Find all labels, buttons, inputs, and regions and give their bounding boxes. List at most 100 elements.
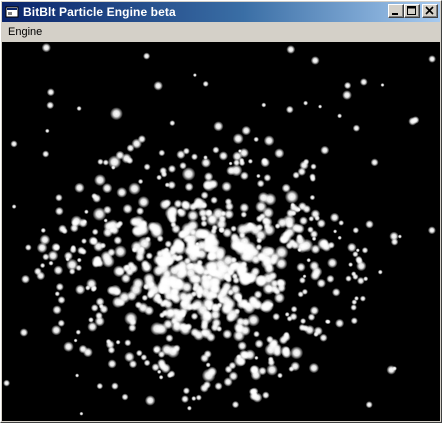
menu-engine[interactable]: Engine — [2, 24, 48, 41]
particle — [33, 267, 42, 276]
particle — [128, 182, 141, 195]
particle — [308, 362, 320, 374]
particle — [51, 242, 61, 252]
particle — [300, 318, 307, 325]
particle — [124, 339, 132, 347]
particle — [285, 241, 294, 250]
particle — [272, 312, 281, 321]
particle — [76, 257, 82, 263]
particle — [212, 146, 220, 154]
particle — [239, 202, 250, 213]
particle — [169, 120, 176, 127]
particle — [46, 88, 55, 97]
particle — [124, 351, 135, 363]
particle — [194, 198, 207, 211]
particle — [164, 182, 170, 188]
particle — [136, 207, 145, 216]
particle — [137, 178, 144, 185]
particle — [310, 244, 321, 255]
particle — [389, 231, 399, 241]
particle — [237, 149, 242, 153]
particle — [247, 313, 260, 327]
particle — [143, 52, 151, 60]
particle — [307, 226, 314, 234]
particle — [54, 206, 64, 216]
particle — [338, 220, 345, 226]
particle — [303, 158, 310, 165]
particle — [290, 361, 301, 372]
particle — [254, 339, 264, 349]
particle — [178, 230, 188, 239]
particle — [320, 239, 329, 247]
particle — [263, 173, 272, 182]
particle — [228, 161, 233, 166]
particle — [21, 274, 30, 284]
particle — [351, 299, 358, 305]
particle — [324, 319, 330, 325]
particle — [276, 217, 288, 229]
particle — [46, 101, 55, 110]
particle — [202, 80, 209, 87]
minimize-button[interactable] — [388, 4, 404, 18]
particle-canvas[interactable] — [2, 42, 440, 421]
particle — [115, 339, 121, 345]
particle — [290, 305, 298, 313]
particle — [116, 267, 125, 276]
particle — [427, 226, 436, 235]
particle — [310, 270, 321, 281]
title-bar[interactable]: BitBlt Particle Engine beta — [2, 2, 440, 22]
particle — [200, 353, 210, 363]
particle — [121, 393, 129, 401]
particle — [162, 319, 174, 330]
particle — [70, 244, 77, 251]
caption-buttons — [388, 4, 438, 18]
particle — [309, 194, 316, 201]
maximize-button[interactable] — [404, 4, 420, 18]
particle — [224, 198, 233, 206]
particle — [128, 318, 137, 327]
particle — [232, 133, 244, 145]
particle — [257, 251, 268, 263]
particle — [261, 157, 268, 165]
particle — [113, 236, 123, 245]
particle — [78, 218, 88, 228]
particle — [214, 250, 226, 262]
particle — [240, 211, 248, 218]
particle — [96, 382, 104, 390]
particle — [75, 284, 86, 295]
particle — [191, 153, 198, 161]
particle — [156, 369, 162, 375]
particle — [168, 370, 176, 378]
particle — [380, 83, 385, 87]
close-button[interactable] — [422, 4, 438, 18]
particle — [298, 323, 306, 332]
particle — [163, 291, 174, 302]
particle — [220, 303, 233, 316]
particle — [85, 285, 91, 291]
particle — [109, 107, 123, 121]
particle — [51, 325, 62, 336]
particle — [68, 268, 76, 275]
particle — [297, 291, 304, 298]
particle — [190, 312, 199, 321]
app-icon[interactable] — [5, 5, 19, 19]
menu-bar: Engine — [2, 23, 440, 42]
particle — [180, 199, 190, 209]
particle — [290, 222, 301, 234]
particle — [181, 395, 189, 404]
particle — [310, 163, 317, 170]
particle — [303, 100, 309, 106]
particle — [111, 382, 119, 390]
particle — [42, 253, 50, 261]
particle — [167, 164, 177, 173]
particle — [347, 242, 357, 253]
particle — [263, 263, 275, 275]
particle — [280, 345, 291, 357]
particle — [77, 246, 86, 255]
particle — [345, 275, 352, 282]
particle — [205, 362, 211, 368]
particle — [153, 347, 159, 353]
particle — [157, 358, 167, 368]
particle — [111, 165, 116, 170]
particle — [285, 105, 294, 114]
